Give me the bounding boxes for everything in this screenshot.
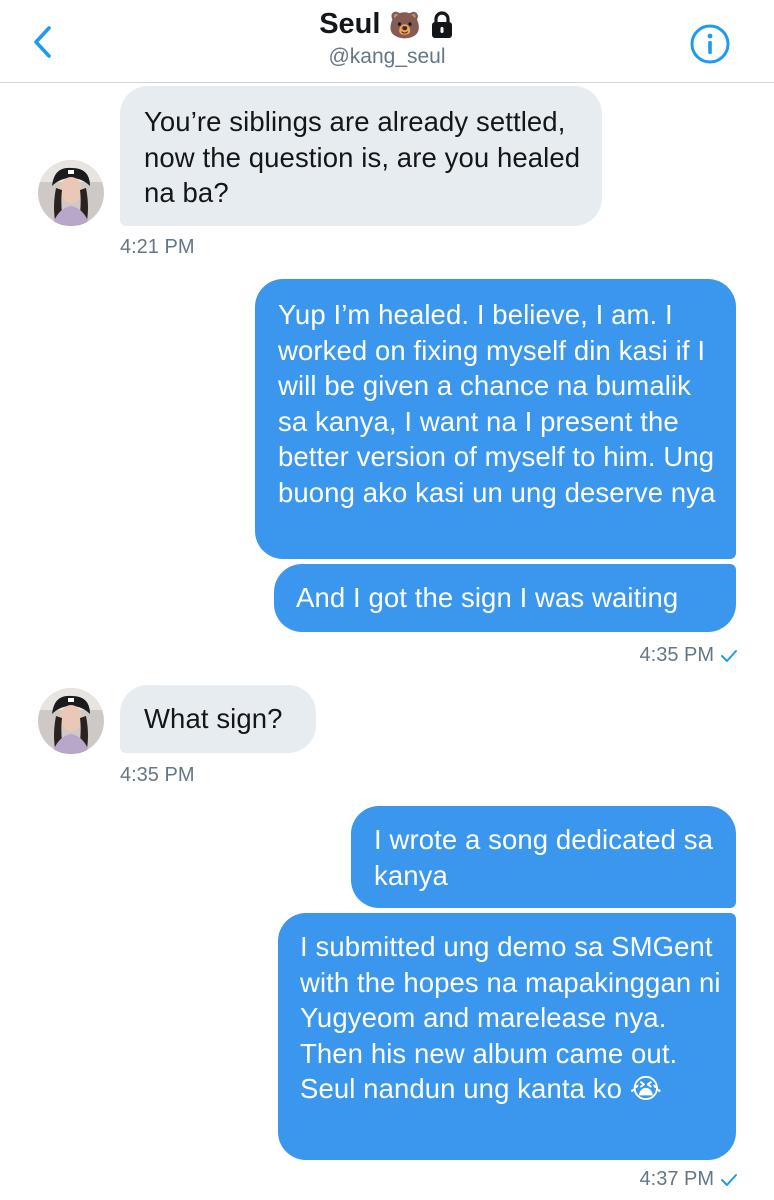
message-text: What sign? — [144, 703, 283, 734]
lock-icon — [431, 10, 452, 38]
contact-handle: @kang_seul — [328, 45, 446, 68]
conversation-header: Seul 🐻 @kang_seul — [0, 0, 774, 83]
message-timestamp: 4:21 PM — [120, 236, 195, 258]
message-bubble-incoming[interactable]: What sign? — [120, 685, 316, 753]
conversation-title[interactable]: Seul 🐻 @kang_seul — [0, 8, 774, 69]
message-bubble-outgoing[interactable]: Yup I’m healed. I believe, I am. I worke… — [255, 279, 736, 559]
message-text: You’re siblings are already settled, now… — [144, 106, 581, 208]
avatar[interactable] — [38, 160, 104, 226]
message-bubble-outgoing[interactable]: And I got the sign I was waiting — [274, 564, 736, 632]
crying-emoji: 😭 — [629, 1073, 662, 1104]
message-timestamp: 4:35 PM — [120, 764, 195, 786]
message-bubble-incoming[interactable]: You’re siblings are already settled, now… — [120, 86, 602, 226]
contact-avatar-image — [38, 160, 104, 226]
read-check-icon — [721, 649, 737, 662]
info-icon — [690, 24, 730, 64]
bear-emoji: 🐻 — [388, 9, 421, 40]
message-bubble-outgoing[interactable]: I wrote a song dedicated sa kanya — [351, 806, 736, 908]
message-text: And I got the sign I was waiting — [296, 582, 679, 613]
message-time: 4:37 PM — [639, 1168, 714, 1190]
message-text: I wrote a song dedicated sa kanya — [374, 824, 714, 891]
contact-name: Seul — [319, 8, 381, 40]
avatar[interactable] — [38, 688, 104, 754]
info-button[interactable] — [688, 22, 732, 66]
message-text: Yup I’m healed. I believe, I am. I worke… — [278, 299, 716, 508]
read-check-icon — [721, 1173, 737, 1186]
message-time: 4:35 PM — [639, 644, 714, 666]
message-timestamp: 4:35 PM — [560, 644, 738, 667]
contact-avatar-image — [38, 688, 104, 754]
message-bubble-outgoing[interactable]: I submitted ung demo sa SMGent with the … — [278, 913, 736, 1160]
message-timestamp: 4:37 PM — [560, 1168, 738, 1191]
